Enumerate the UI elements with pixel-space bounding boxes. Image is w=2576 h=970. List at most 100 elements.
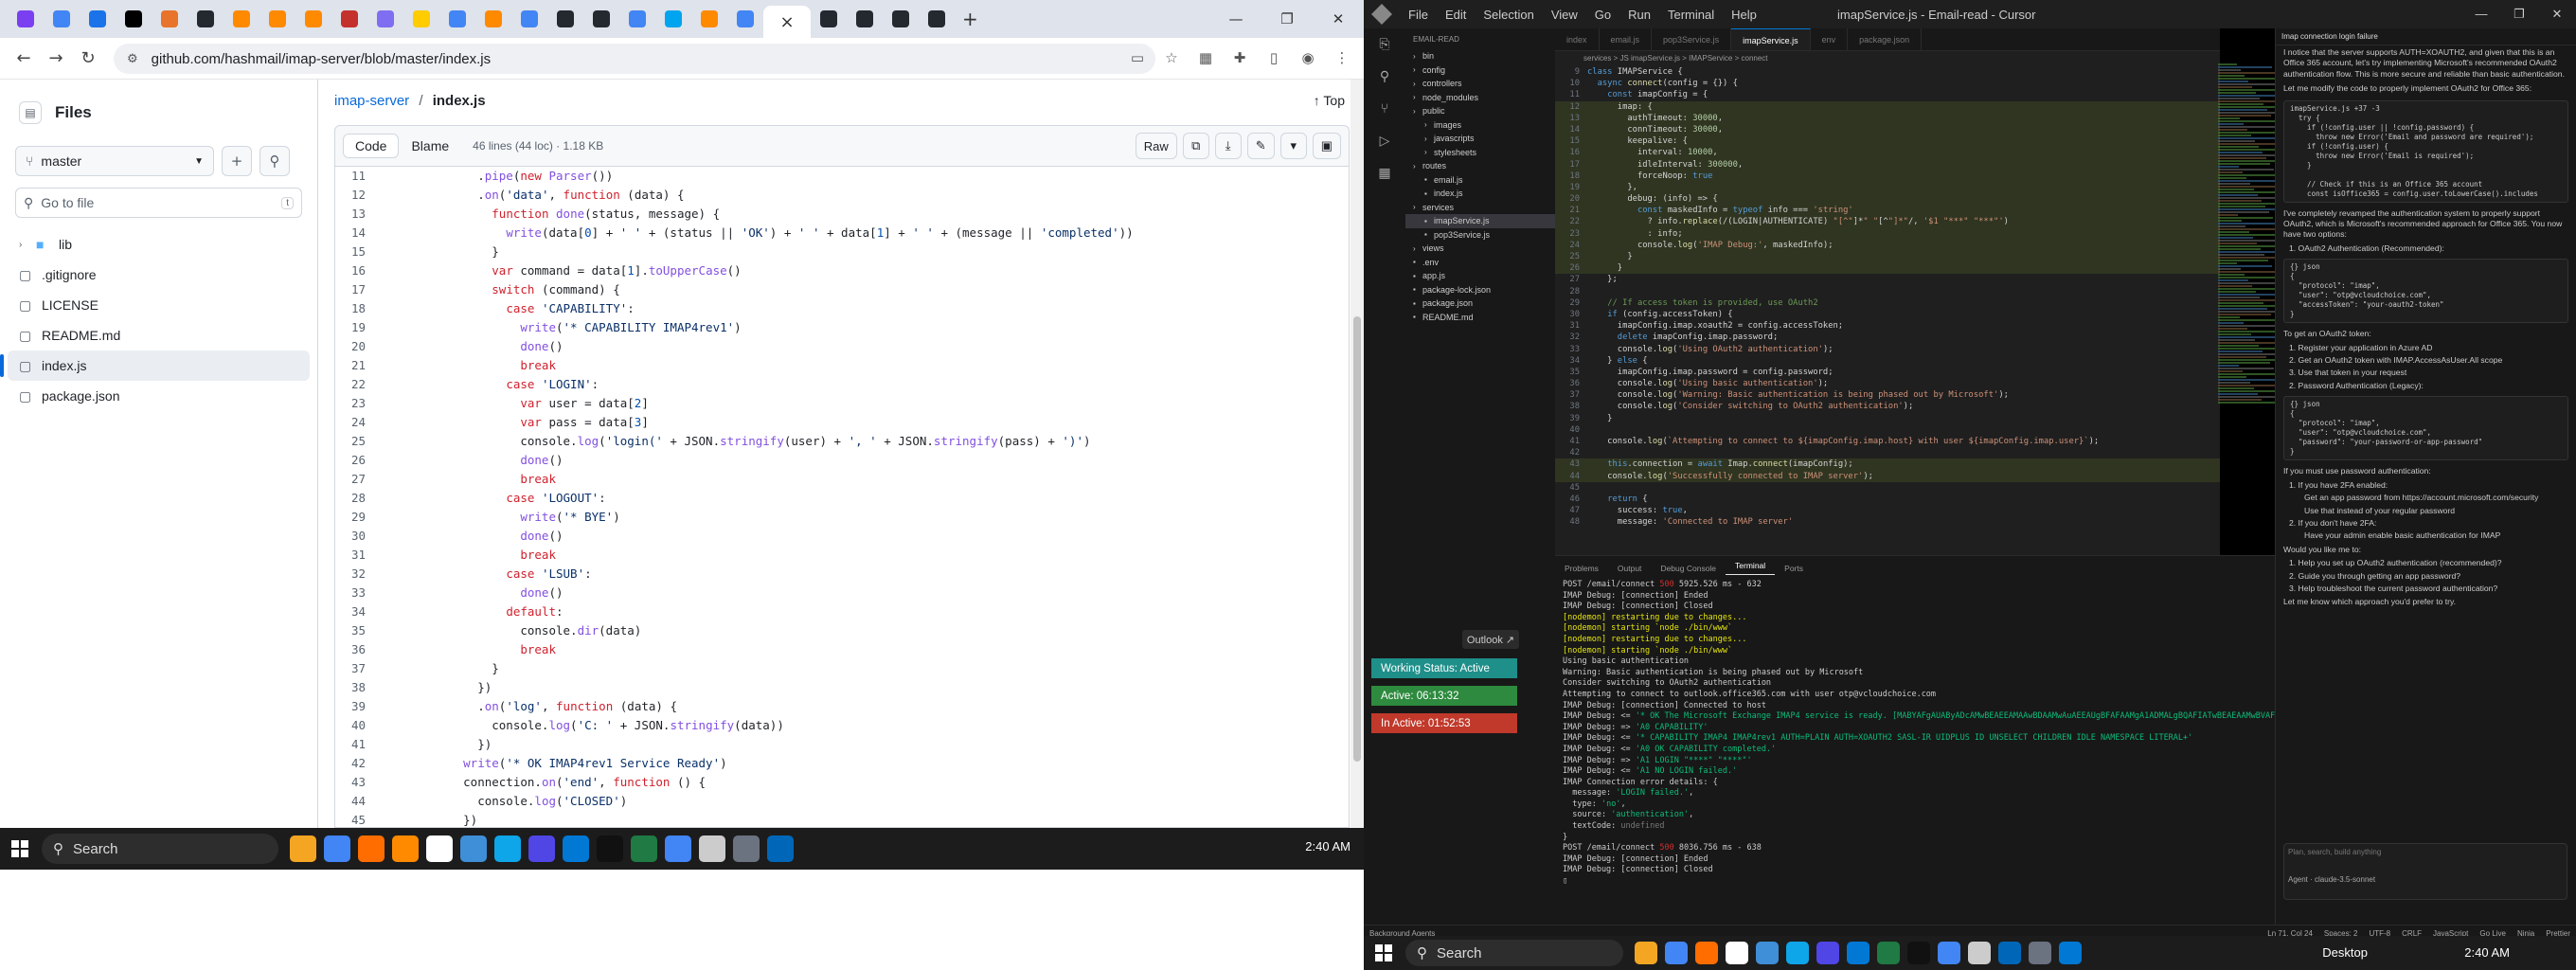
line-number[interactable]: 34 [1555, 355, 1587, 367]
address-bar[interactable]: ⚙ github.com/hashmail/imap-server/blob/m… [114, 44, 1155, 74]
explorer-item[interactable]: › public [1405, 104, 1555, 118]
line-number[interactable]: 40 [1555, 424, 1587, 436]
line-number[interactable]: 31 [1555, 320, 1587, 332]
explorer-item[interactable]: ▪ README.md [1405, 311, 1555, 325]
browser-tab[interactable] [811, 4, 847, 34]
raw-button[interactable]: Raw [1135, 133, 1177, 159]
browser-tab[interactable] [511, 4, 547, 34]
line-number[interactable]: 38 [1555, 401, 1587, 412]
line-number[interactable]: 12 [335, 186, 379, 205]
close-window-icon[interactable]: ✕ [2538, 7, 2576, 22]
line-number[interactable]: 32 [335, 565, 379, 584]
line-number[interactable]: 10 [1555, 78, 1587, 89]
taskbar-app-icon[interactable] [2059, 942, 2082, 964]
line-number[interactable]: 33 [335, 584, 379, 602]
copy-icon[interactable]: ⧉ [1182, 133, 1209, 159]
explorer-item[interactable]: › controllers [1405, 77, 1555, 91]
file-tree-item[interactable]: ▢ index.js [0, 350, 310, 381]
explorer-item[interactable]: › images [1405, 118, 1555, 133]
browser-tab[interactable] [367, 4, 403, 34]
line-number[interactable]: 14 [1555, 124, 1587, 135]
line-number[interactable]: 17 [1555, 159, 1587, 171]
line-number[interactable]: 37 [1555, 389, 1587, 401]
explorer-item[interactable]: › views [1405, 242, 1555, 256]
line-number[interactable]: 44 [1555, 471, 1587, 482]
taskbar-app-icon[interactable] [1816, 942, 1839, 964]
bookmark-star-icon[interactable]: ☆ [1161, 45, 1182, 70]
go-to-file-input[interactable]: ⚲ Go to file t [15, 188, 302, 218]
menu-item[interactable]: Terminal [1659, 8, 1723, 22]
explorer-item[interactable]: › javascripts [1405, 132, 1555, 146]
browser-tab[interactable] [919, 4, 955, 34]
menu-item[interactable]: View [1543, 8, 1586, 22]
taskbar-search[interactable]: ⚲ Search [1405, 940, 1623, 966]
close-window-icon[interactable]: ✕ [1313, 0, 1364, 38]
browser-tab[interactable] [583, 4, 619, 34]
branch-selector[interactable]: ⑂ master ▼ [15, 146, 214, 176]
panel-tab[interactable]: Problems [1555, 564, 1608, 573]
taskbar-app-icon[interactable] [597, 835, 623, 862]
explorer-item[interactable]: ▪ .env [1405, 256, 1555, 270]
line-number[interactable]: 45 [335, 811, 379, 827]
taskbar-app-icon[interactable] [324, 835, 350, 862]
explorer-item[interactable]: ▪ pop3Service.js [1405, 228, 1555, 242]
taskbar-app-icon[interactable] [767, 835, 794, 862]
start-button[interactable] [1368, 937, 1400, 969]
line-number[interactable]: 32 [1555, 332, 1587, 343]
explorer-item[interactable]: ▪ imapService.js [1405, 214, 1555, 228]
line-number[interactable]: 41 [335, 735, 379, 754]
editor-tab[interactable]: env [1811, 28, 1849, 50]
browser-tab[interactable] [295, 4, 331, 34]
taskbar-app-icon[interactable] [290, 835, 316, 862]
line-number[interactable]: 15 [335, 242, 379, 261]
taskbar-app-icon[interactable] [494, 835, 521, 862]
browser-tab[interactable] [80, 4, 116, 34]
explorer-icon[interactable]: ⎘ [1364, 28, 1405, 61]
line-number[interactable]: 24 [1555, 240, 1587, 251]
source-control-icon[interactable]: ⑂ [1364, 93, 1405, 125]
line-number[interactable]: 39 [1555, 413, 1587, 424]
menu-item[interactable]: Run [1619, 8, 1659, 22]
line-number[interactable]: 46 [1555, 494, 1587, 505]
taskbar-app-icon[interactable] [733, 835, 760, 862]
line-number[interactable]: 18 [1555, 171, 1587, 182]
line-number[interactable]: 40 [335, 716, 379, 735]
edit-icon[interactable]: ✎ [1246, 133, 1275, 159]
taskbar-app-icon[interactable] [1877, 942, 1900, 964]
taskbar-app-icon[interactable] [1695, 942, 1718, 964]
line-number[interactable]: 18 [335, 299, 379, 318]
line-number[interactable]: 41 [1555, 436, 1587, 447]
browser-tab[interactable] [403, 4, 439, 34]
search-button[interactable]: ⚲ [259, 146, 290, 176]
line-number[interactable]: 28 [335, 489, 379, 508]
chat-input[interactable]: Plan, search, build anything Agent · cla… [2283, 843, 2567, 900]
line-number[interactable]: 12 [1555, 101, 1587, 113]
explorer-item[interactable]: ▪ index.js [1405, 187, 1555, 201]
site-info-icon[interactable]: ⚙ [127, 52, 138, 66]
taskbar-app-icon[interactable] [528, 835, 555, 862]
line-number[interactable]: 26 [1555, 262, 1587, 274]
menu-item[interactable]: Go [1586, 8, 1619, 22]
browser-tab[interactable] [727, 4, 763, 34]
line-number[interactable]: 17 [335, 280, 379, 299]
browser-tab[interactable] [116, 4, 152, 34]
maximize-icon[interactable]: ❐ [1261, 0, 1313, 38]
extensions-icon[interactable]: ▦ [1364, 157, 1405, 189]
editor-tab[interactable]: index [1555, 28, 1600, 50]
browser-tab[interactable] [439, 4, 475, 34]
line-number[interactable]: 23 [1555, 228, 1587, 240]
taskbar-app-icon[interactable] [665, 835, 691, 862]
taskbar-app-icon[interactable] [1756, 942, 1779, 964]
browser-tab[interactable] [188, 4, 224, 34]
panel-tab[interactable]: Debug Console [1651, 564, 1726, 573]
sidepanel-icon[interactable]: ▯ [1263, 45, 1284, 70]
forward-icon[interactable]: → [40, 48, 72, 68]
line-number[interactable]: 42 [335, 754, 379, 773]
editor-tab[interactable]: package.json [1848, 28, 1923, 50]
model-selector[interactable]: claude-3.5-sonnet [2315, 875, 2375, 884]
line-number[interactable]: 45 [1555, 482, 1587, 494]
explorer-item[interactable]: ▪ app.js [1405, 269, 1555, 283]
taskbar-app-icon[interactable] [1635, 942, 1657, 964]
file-tree-item[interactable]: › ■ lib [0, 229, 317, 260]
editor-tab[interactable]: imapService.js [1731, 28, 1811, 50]
